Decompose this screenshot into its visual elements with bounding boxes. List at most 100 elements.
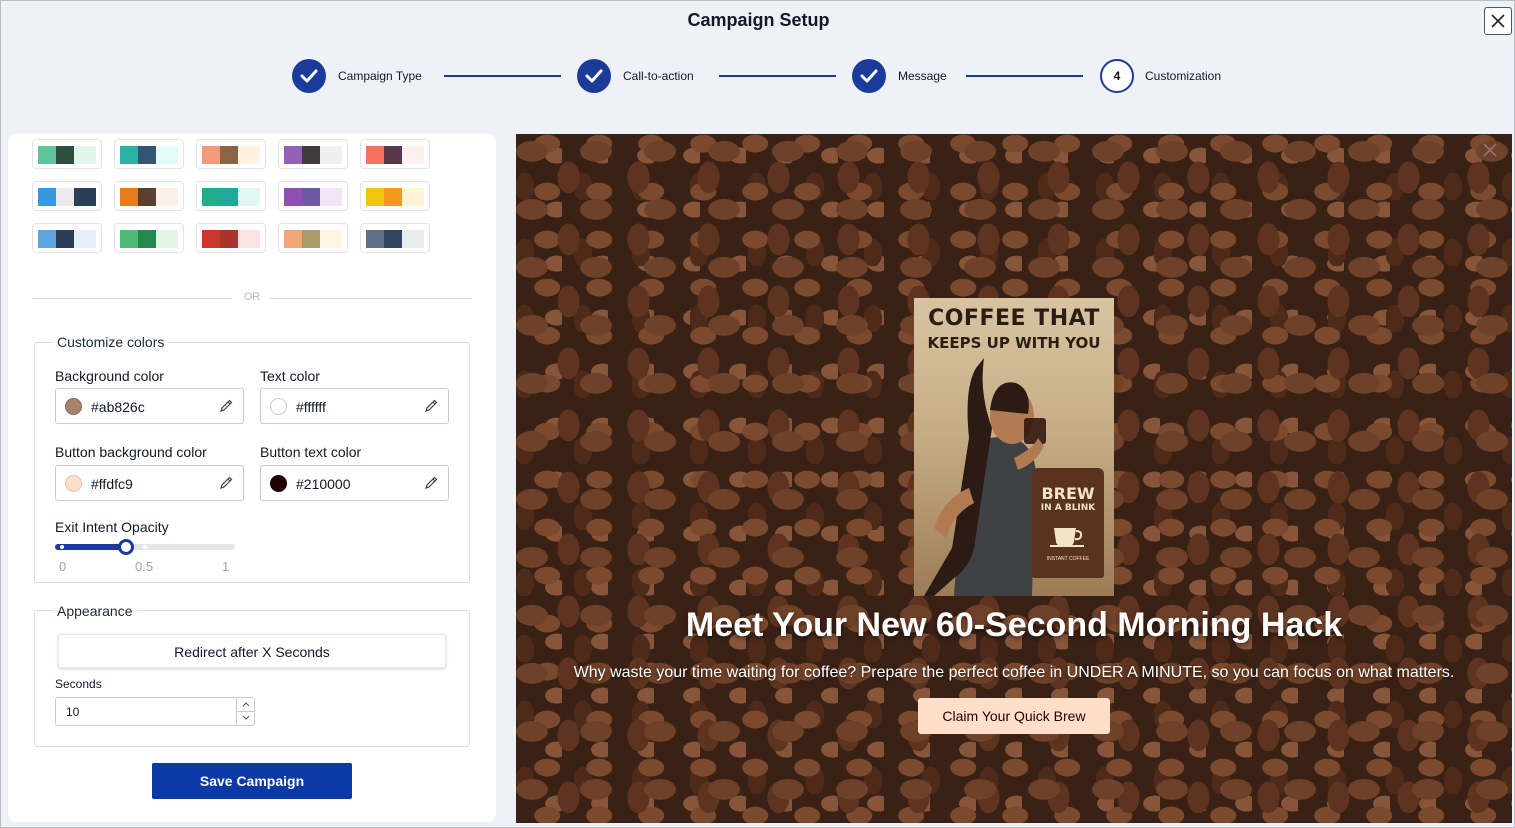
preview-cta-button[interactable]: Claim Your Quick Brew — [918, 698, 1110, 734]
preset-swatch[interactable] — [196, 139, 266, 169]
swatch-color — [402, 188, 424, 206]
preset-swatch[interactable] — [32, 181, 102, 211]
swatch-color — [284, 230, 302, 248]
step-connector — [444, 75, 561, 77]
swatch-color — [120, 146, 138, 164]
step-connector — [719, 75, 836, 77]
text-color-swatch[interactable] — [270, 398, 287, 415]
opacity-min-tick: 0 — [59, 559, 67, 574]
button-text-color-input[interactable]: #210000 — [260, 465, 449, 501]
preview-subtext: Why waste your time waiting for coffee? … — [573, 664, 1455, 681]
swatch-color — [56, 230, 74, 248]
background-color-value: #ab826c — [91, 399, 145, 415]
swatch-color — [384, 188, 402, 206]
swatch-color — [38, 146, 56, 164]
swatch-color — [156, 188, 178, 206]
appearance-option-button[interactable]: Redirect after X Seconds — [58, 634, 446, 668]
swatch-color — [238, 230, 260, 248]
step-label-call-to-action[interactable]: Call-to-action — [623, 69, 694, 83]
swatch-color — [302, 188, 320, 206]
swatch-color — [56, 146, 74, 164]
swatch-color — [384, 230, 402, 248]
opacity-label: Exit Intent Opacity — [55, 519, 169, 535]
step-label-customization[interactable]: Customization — [1145, 69, 1221, 83]
preset-swatch[interactable] — [32, 223, 102, 253]
button-text-color-value: #210000 — [296, 476, 351, 492]
swatch-color — [74, 230, 96, 248]
swatch-color — [156, 146, 178, 164]
preset-swatch[interactable] — [32, 139, 102, 169]
preset-swatch[interactable] — [114, 223, 184, 253]
button-background-color-value: #ffdfc9 — [91, 476, 133, 492]
text-color-input[interactable]: #ffffff — [260, 388, 449, 424]
swatch-color — [138, 146, 156, 164]
appearance-legend: Appearance — [53, 603, 137, 619]
swatch-color — [366, 230, 384, 248]
text-color-label: Text color — [260, 368, 320, 384]
background-color-input[interactable]: #ab826c — [55, 388, 244, 424]
bag-brand: BREW — [1041, 484, 1095, 503]
button-text-color-swatch[interactable] — [270, 475, 287, 492]
modal-title: Campaign Setup — [687, 10, 830, 30]
preview-close-icon — [1483, 143, 1497, 157]
swatch-color — [384, 146, 402, 164]
step-1-check-icon[interactable] — [292, 59, 326, 93]
save-campaign-button[interactable]: Save Campaign — [152, 763, 352, 799]
swatch-color — [238, 146, 260, 164]
preset-swatch[interactable] — [278, 181, 348, 211]
swatch-color — [156, 230, 178, 248]
opacity-max-tick: 1 — [222, 559, 230, 574]
preset-swatch[interactable] — [278, 223, 348, 253]
customize-colors-legend: Customize colors — [53, 334, 169, 350]
swatch-color — [284, 188, 302, 206]
seconds-label: Seconds — [55, 677, 102, 691]
swatch-color — [320, 230, 342, 248]
chevron-up-icon — [242, 702, 250, 707]
seconds-input[interactable]: 10 — [55, 697, 255, 726]
slider-mark — [143, 545, 147, 549]
step-3-check-icon[interactable] — [852, 59, 886, 93]
preset-swatch[interactable] — [114, 181, 184, 211]
button-text-color-label: Button text color — [260, 444, 362, 460]
coffee-cup-icon — [1050, 528, 1084, 547]
preset-swatch[interactable] — [196, 181, 266, 211]
swatch-color — [38, 230, 56, 248]
button-background-color-input[interactable]: #ffdfc9 — [55, 465, 244, 501]
preset-swatch[interactable] — [360, 181, 430, 211]
step-4-number[interactable]: 4 — [1100, 59, 1134, 93]
swatch-color — [366, 146, 384, 164]
swatch-color — [120, 230, 138, 248]
preset-swatch[interactable] — [360, 223, 430, 253]
opacity-slider-thumb[interactable] — [118, 539, 134, 555]
button-background-color-swatch[interactable] — [65, 475, 82, 492]
close-button[interactable] — [1484, 7, 1512, 35]
button-background-color-label: Button background color — [55, 444, 207, 460]
background-color-label: Background color — [55, 368, 164, 384]
decrement-button[interactable] — [236, 711, 254, 725]
opacity-slider[interactable] — [55, 539, 235, 555]
modal-window: Campaign Setup Campaign Type Call-to-act… — [0, 0, 1515, 828]
step-2-check-icon[interactable] — [577, 59, 611, 93]
bag-footer: INSTANT COFFEE — [1046, 556, 1090, 562]
eyedropper-icon — [220, 399, 233, 412]
swatch-color — [38, 188, 56, 206]
swatch-color — [302, 146, 320, 164]
step-connector — [966, 75, 1083, 77]
or-text: OR — [243, 291, 261, 303]
background-color-swatch[interactable] — [65, 398, 82, 415]
swatch-color — [366, 188, 384, 206]
or-divider: OR — [32, 291, 472, 305]
step-label-campaign-type[interactable]: Campaign Type — [338, 69, 422, 83]
preset-swatch[interactable] — [196, 223, 266, 253]
swatch-color — [320, 188, 342, 206]
preset-swatch[interactable] — [278, 139, 348, 169]
preset-swatch[interactable] — [360, 139, 430, 169]
swatch-color — [220, 230, 238, 248]
swatch-color — [202, 188, 220, 206]
swatch-color — [238, 188, 260, 206]
step-label-message[interactable]: Message — [898, 69, 947, 83]
swatch-color — [74, 188, 96, 206]
increment-button[interactable] — [236, 698, 254, 712]
swatch-color — [220, 188, 238, 206]
preset-swatch[interactable] — [114, 139, 184, 169]
